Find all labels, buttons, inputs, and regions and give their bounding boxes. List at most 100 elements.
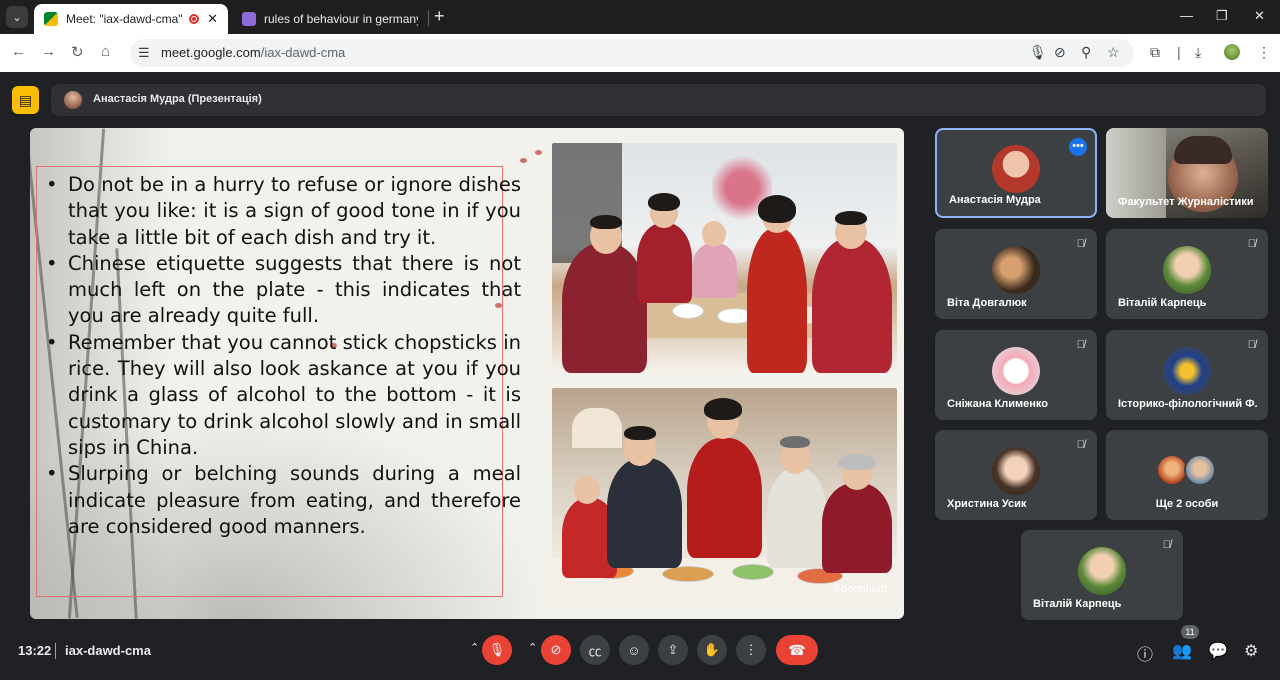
home-icon[interactable]: ⌂ — [101, 43, 110, 60]
url-text: meet.google.com/iax-dawd-cma — [161, 45, 346, 60]
minimize-icon[interactable]: — — [1180, 8, 1193, 23]
participant-name: Факультет Журналістики — [1118, 196, 1254, 208]
bullet-item: Do not be in a hurry to refuse or ignore… — [46, 172, 521, 251]
shared-slide: Do not be in a hurry to refuse or ignore… — [30, 128, 904, 619]
menu-dots-icon[interactable]: ⋮ — [1257, 44, 1271, 61]
mic-off-icon: 🎙̸ — [1247, 238, 1256, 250]
forward-icon[interactable]: → — [41, 43, 56, 60]
present-screen-button[interactable]: ⇪ — [658, 635, 688, 665]
more-options-icon[interactable]: ••• — [1069, 138, 1087, 156]
bookmark-star-icon[interactable]: ☆ — [1107, 44, 1120, 61]
mic-off-icon: 🎙 — [488, 642, 506, 657]
meet-favicon-icon — [44, 12, 58, 26]
participant-name: Віта Довгалюк — [947, 297, 1027, 309]
tab-title: rules of behaviour in germany - — [264, 12, 418, 26]
participant-tile[interactable]: 🎙̸ Христина Усик — [935, 430, 1097, 520]
participant-avatar — [1163, 346, 1211, 395]
participant-tile[interactable]: Факультет Журналістики — [1106, 128, 1268, 218]
activities-icon[interactable]: ⚙ — [1244, 641, 1258, 661]
browser-toolbar: ← → ↻ ⌂ ☰ meet.google.com/iax-dawd-cma 🎙… — [0, 34, 1280, 72]
captions-button[interactable]: ㏄ — [580, 635, 610, 665]
mic-off-icon: 🎙̸ — [1076, 238, 1085, 250]
participant-name: Христина Усик — [947, 498, 1027, 510]
participant-tile[interactable]: 🎙̸ Історико-філологічний Ф... — [1106, 330, 1268, 420]
participant-tile[interactable]: ••• Анастасія Мудра — [935, 128, 1097, 218]
meeting-code: iax-dawd-cma — [65, 643, 151, 658]
participant-name: Анастасія Мудра — [949, 194, 1041, 206]
grouped-avatars — [1156, 453, 1218, 488]
tab-meet[interactable]: Meet: "iax-dawd-cma" ✕ — [34, 4, 228, 34]
participant-tile[interactable]: 🎙̸ Сніжана Клименко — [935, 330, 1097, 420]
leave-call-button[interactable]: ☎ — [776, 635, 818, 665]
captions-icon: ㏄ — [588, 643, 602, 659]
info-icon[interactable]: ⓘ — [1137, 641, 1153, 665]
tab-divider — [428, 10, 429, 26]
participant-name: Віталій Карпець — [1033, 598, 1122, 610]
camera-off-icon[interactable]: ⊘ — [1054, 44, 1066, 61]
photo-watermark: Spoonhunt — [833, 583, 887, 595]
people-icon[interactable]: 👥 — [1172, 641, 1192, 661]
chat-icon[interactable]: 💬 — [1208, 641, 1228, 661]
participant-name: Сніжана Клименко — [947, 398, 1048, 410]
new-tab-icon[interactable]: + — [434, 6, 445, 27]
bullet-item: Chinese etiquette suggests that there is… — [46, 251, 521, 330]
address-bar[interactable]: ☰ meet.google.com/iax-dawd-cma 🎙 ⊘ ⚲ ☆ — [130, 39, 1134, 67]
petal-decoration — [520, 158, 527, 163]
bullet-item: Slurping or belching sounds during a mea… — [46, 461, 521, 540]
raise-hand-button[interactable]: ✋ — [697, 635, 727, 665]
etiquette-bullet-list: Do not be in a hurry to refuse or ignore… — [44, 172, 521, 540]
participant-tile[interactable]: 🎙̸ Віталій Карпець — [1106, 229, 1268, 319]
participant-tile[interactable]: 🎙̸ Віталій Карпець — [1021, 530, 1183, 620]
mic-icon[interactable]: 🎙 — [1029, 44, 1047, 61]
participant-avatar — [992, 245, 1040, 294]
close-tab-icon[interactable]: ✕ — [207, 11, 218, 27]
reload-icon[interactable]: ↻ — [71, 43, 84, 61]
participant-name: Історико-філологічний Ф... — [1118, 398, 1258, 410]
more-options-button[interactable]: ⋮ — [736, 635, 766, 665]
participant-avatar — [1078, 546, 1126, 595]
reactions-button[interactable]: ☺ — [619, 635, 649, 665]
presenter-name: Анастасія Мудра (Презентація) — [93, 93, 262, 105]
presentation-icon[interactable]: ▤ — [12, 86, 39, 114]
close-window-icon[interactable]: ✕ — [1254, 8, 1265, 24]
family-dinner-photo-top — [552, 143, 897, 373]
chevron-up-icon[interactable]: ⌃ — [470, 641, 479, 654]
recording-indicator-icon — [189, 14, 200, 24]
mic-off-icon: 🎙̸ — [1162, 539, 1171, 551]
participant-avatar — [1163, 245, 1211, 294]
emoji-icon: ☺ — [627, 642, 641, 658]
phone-hangup-icon: ☎ — [788, 641, 806, 658]
search-favicon-icon — [242, 12, 256, 26]
tab-title: Meet: "iax-dawd-cma" — [66, 12, 183, 26]
presenter-avatar — [64, 91, 82, 109]
tab-search[interactable]: rules of behaviour in germany - — [232, 4, 428, 34]
mic-off-button[interactable]: 🎙 — [482, 635, 512, 665]
tab-search-icon[interactable]: ⌄ — [6, 6, 28, 28]
mic-off-icon: 🎙̸ — [1076, 339, 1085, 351]
profile-avatar-icon[interactable] — [1224, 44, 1240, 60]
participant-avatar — [992, 144, 1040, 193]
chevron-up-icon[interactable]: ⌃ — [528, 641, 537, 654]
back-icon[interactable]: ← — [11, 43, 26, 60]
mic-off-icon: 🎙̸ — [1076, 439, 1085, 451]
bullet-item: Remember that you cannot stick chopstick… — [46, 330, 521, 461]
participant-name: Ще 2 особи — [1155, 498, 1219, 510]
download-icon[interactable]: ⤓ — [1195, 44, 1201, 61]
extensions-icon[interactable]: ⧉ — [1150, 44, 1160, 61]
petal-decoration — [535, 150, 542, 155]
more-vert-icon: ⋮ — [744, 642, 758, 657]
participant-tile-group[interactable]: Ще 2 особи — [1106, 430, 1268, 520]
meeting-clock: 13:22 — [18, 643, 52, 658]
browser-tab-bar: ⌄ Meet: "iax-dawd-cma" ✕ rules of behavi… — [0, 0, 1280, 34]
present-icon: ⇪ — [667, 642, 679, 657]
participant-avatar — [992, 446, 1040, 495]
bottom-divider — [55, 643, 56, 659]
participant-tile[interactable]: 🎙̸ Віта Довгалюк — [935, 229, 1097, 319]
site-info-icon[interactable]: ☰ — [138, 45, 150, 61]
toolbar-divider: | — [1177, 44, 1181, 60]
camera-off-button[interactable]: ⊘ — [541, 635, 571, 665]
participant-name: Віталій Карпець — [1118, 297, 1207, 309]
zoom-icon[interactable]: ⚲ — [1081, 44, 1091, 61]
participant-avatar — [992, 346, 1040, 395]
maximize-icon[interactable]: ❐ — [1216, 8, 1228, 24]
